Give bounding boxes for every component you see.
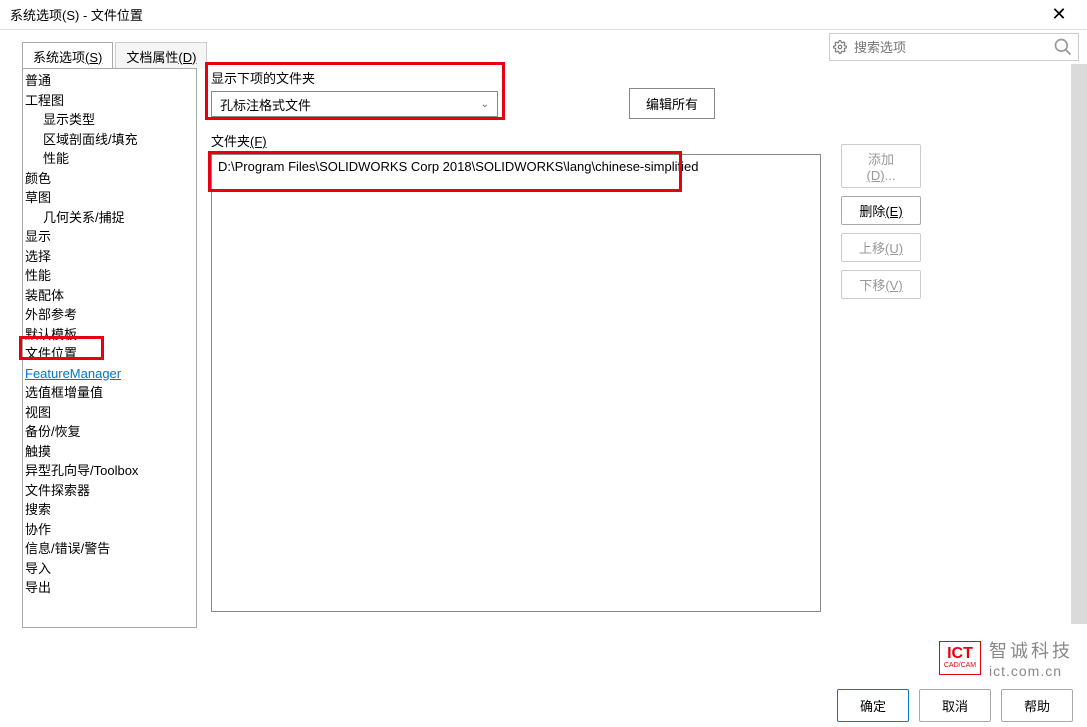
tree-item-backup-recover[interactable]: 备份/恢复 [23, 422, 196, 442]
tree-item-external-refs[interactable]: 外部参考 [23, 305, 196, 325]
tree-item-touch[interactable]: 触摸 [23, 442, 196, 462]
scrollbar-thumb[interactable] [1071, 64, 1087, 624]
title-bar: 系统选项(S) - 文件位置 ✕ [0, 0, 1087, 30]
right-scrollbar[interactable] [1071, 64, 1087, 624]
tree-item-general[interactable]: 普通 [23, 71, 196, 91]
edit-all-button[interactable]: 编辑所有 [629, 88, 715, 119]
help-button[interactable]: 帮助 [1001, 689, 1073, 722]
tree-item-hole-wizard-toolbox[interactable]: 异型孔向导/Toolbox [23, 461, 196, 481]
cancel-button[interactable]: 取消 [919, 689, 991, 722]
watermark-logo: ICT CAD/CAM [939, 641, 981, 675]
tree-item-export[interactable]: 导出 [23, 578, 196, 598]
right-content: 显示下项的文件夹 孔标注格式文件 ⌄ 编辑所有 文件夹(F) D:\Progra… [211, 68, 1077, 683]
toolbar-row: 系统选项(S) 文档属性(D) [0, 30, 1087, 64]
delete-button[interactable]: 删除(E) [841, 196, 921, 225]
watermark-text: 智诚科技 ict.com.cn [989, 637, 1073, 679]
tree-item-import[interactable]: 导入 [23, 559, 196, 579]
tree-item-sketch[interactable]: 草图 [23, 188, 196, 208]
folder-list[interactable]: D:\Program Files\SOLIDWORKS Corp 2018\SO… [211, 154, 821, 612]
move-up-button[interactable]: 上移(U) [841, 233, 921, 262]
tree-item-selection[interactable]: 选择 [23, 247, 196, 267]
move-down-button[interactable]: 下移(V) [841, 270, 921, 299]
folder-label: 文件夹(F) [211, 131, 1077, 150]
footer: 确定 取消 帮助 [0, 683, 1087, 727]
tree-item-hatch-fill[interactable]: 区域剖面线/填充 [41, 130, 196, 150]
tree-item-display[interactable]: 显示 [23, 227, 196, 247]
tree-item-messages-errors[interactable]: 信息/错误/警告 [23, 539, 196, 559]
highlight-dropdown [205, 62, 505, 120]
close-button[interactable]: ✕ [1039, 3, 1079, 27]
tree-item-featuremanager[interactable]: FeatureManager [23, 364, 196, 384]
watermark: ICT CAD/CAM 智诚科技 ict.com.cn [939, 637, 1073, 679]
tree-item-file-explorer[interactable]: 文件探索器 [23, 481, 196, 501]
tree-item-performance2[interactable]: 性能 [23, 266, 196, 286]
folder-action-buttons: 添加(D)... 删除(E) 上移(U) 下移(V) [841, 144, 921, 299]
highlight-file-locations [19, 336, 104, 360]
tree-item-relations-snaps[interactable]: 几何关系/捕捉 [41, 208, 196, 228]
tree-item-collaboration[interactable]: 协作 [23, 520, 196, 540]
tree-item-spinbox-increments[interactable]: 选值框增量值 [23, 383, 196, 403]
tree-item-view[interactable]: 视图 [23, 403, 196, 423]
tree-item-performance1[interactable]: 性能 [41, 149, 196, 169]
left-panel-wrap: 普通 工程图 显示类型 区域剖面线/填充 性能 颜色 草图 几何关系/捕捉 显示… [22, 68, 197, 683]
tree-item-display-style[interactable]: 显示类型 [41, 110, 196, 130]
main-area: 普通 工程图 显示类型 区域剖面线/填充 性能 颜色 草图 几何关系/捕捉 显示… [0, 64, 1087, 683]
tree-item-drawings[interactable]: 工程图 [23, 91, 196, 111]
tree-item-assemblies[interactable]: 装配体 [23, 286, 196, 306]
search-input[interactable] [850, 40, 1048, 55]
window-title: 系统选项(S) - 文件位置 [10, 5, 143, 24]
tree-item-search[interactable]: 搜索 [23, 500, 196, 520]
highlight-folder-path [208, 151, 682, 192]
gear-icon [830, 40, 850, 54]
ok-button[interactable]: 确定 [837, 689, 909, 722]
add-button[interactable]: 添加(D)... [841, 144, 921, 188]
search-icon[interactable] [1048, 37, 1078, 57]
search-box[interactable] [829, 33, 1079, 61]
tree-item-colors[interactable]: 颜色 [23, 169, 196, 189]
folder-section: 文件夹(F) D:\Program Files\SOLIDWORKS Corp … [211, 131, 1077, 612]
